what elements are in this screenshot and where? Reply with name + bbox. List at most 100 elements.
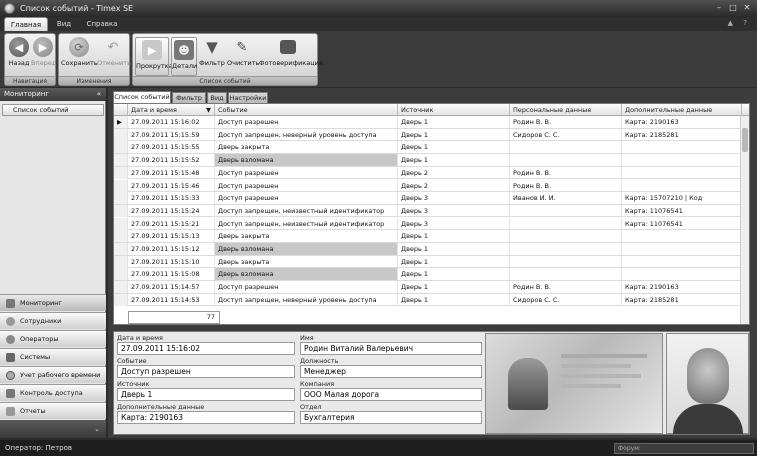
tab-settings[interactable]: Настройки	[228, 92, 268, 103]
value-name: Родин Виталий Валерьевич	[300, 342, 482, 355]
changes-caption: Изменения	[59, 76, 129, 85]
nav-access-control[interactable]: Контроль доступа	[0, 384, 106, 401]
row-indicator	[114, 293, 128, 306]
save-button[interactable]: ⟳ Сохранить	[61, 37, 98, 67]
nav-employees-label: Сотрудники	[20, 317, 62, 325]
cancel-button[interactable]: ↶ Отменить	[97, 37, 131, 68]
cell-date: 27.09.2011 15:15:10	[128, 255, 215, 268]
cell-extra	[622, 268, 742, 281]
col-extra[interactable]: Дополнительные данные	[622, 104, 742, 116]
tab-main[interactable]: Главная	[4, 17, 48, 31]
minimize-icon[interactable]: –	[714, 3, 724, 13]
label-extra: Дополнительные данные	[117, 403, 205, 411]
chevron-down-icon[interactable]: ⌄	[0, 420, 106, 438]
table-row[interactable]: 27.09.2011 15:15:33 Доступ разрешен Дверь …	[114, 192, 742, 205]
nav-systems[interactable]: Системы	[0, 348, 106, 365]
table-row[interactable]: 27.09.2011 15:15:24 Доступ запрещен, неиз…	[114, 204, 742, 218]
table-row[interactable]: 27.09.2011 15:15:13 Дверь закрыта Дверь 1	[114, 230, 742, 243]
cell-source: Дверь 1	[398, 293, 510, 306]
table-row[interactable]: 27.09.2011 15:14:57 Доступ разрешен Дверь …	[114, 281, 742, 294]
col-event[interactable]: Событие	[215, 104, 398, 116]
grid-header-indicator	[114, 104, 128, 116]
table-row[interactable]: 27.09.2011 15:15:46 Доступ разрешен Дверь …	[114, 179, 742, 192]
table-row[interactable]: 27.09.2011 15:15:52 Дверь взломана Дверь 1	[114, 154, 742, 167]
details-panel: Дата и время 27.09.2011 15:16:02 Событие…	[113, 331, 750, 435]
sidebar-item-event-list[interactable]: Список событий	[2, 104, 104, 116]
cell-extra	[622, 141, 742, 154]
tab-help[interactable]: Справка	[82, 17, 122, 31]
cell-date: 27.09.2011 15:15:08	[128, 268, 215, 281]
ribbon-group-changes: ⟳ Сохранить ↶ Отменить Изменения	[58, 33, 131, 86]
arrow-left-icon: ◀	[9, 37, 29, 57]
filter-button[interactable]: ▼ Фильтр	[199, 37, 225, 67]
collapse-icon[interactable]: «	[97, 88, 101, 101]
filter-label: Фильтр	[199, 59, 225, 67]
maximize-icon[interactable]: □	[728, 3, 738, 13]
scroll-button[interactable]: ▶ Прокрутка	[135, 37, 173, 76]
cell-event: Дверь взломана	[215, 268, 398, 281]
cell-source: Дверь 2	[398, 166, 510, 179]
table-row[interactable]: 27.09.2011 15:15:12 Дверь взломана Дверь 1	[114, 243, 742, 256]
nav-operators[interactable]: Операторы	[0, 330, 106, 347]
table-row[interactable]: 27.09.2011 15:15:59 Доступ запрещен, неве…	[114, 128, 742, 142]
document-line	[561, 354, 647, 358]
cell-event: Дверь закрыта	[215, 230, 398, 243]
nav-access-control-label: Контроль доступа	[20, 389, 83, 397]
grid-header: Дата и время ▼ Событие Источник Персонал…	[114, 104, 749, 116]
image-icon	[280, 40, 296, 54]
row-indicator	[114, 141, 128, 154]
tab-filter[interactable]: Фильтр	[172, 92, 206, 103]
table-row[interactable]: 27.09.2011 15:15:08 Дверь взломана Дверь 1	[114, 268, 742, 281]
forum-link[interactable]: Форум:	[614, 443, 754, 454]
nav-monitoring[interactable]: Мониторинг	[0, 294, 106, 311]
col-datetime[interactable]: Дата и время ▼	[128, 104, 215, 116]
cell-date: 27.09.2011 15:15:12	[128, 243, 215, 255]
value-source: Дверь 1	[117, 388, 295, 401]
table-row[interactable]: 27.09.2011 15:15:48 Доступ разрешен Дверь …	[114, 166, 742, 180]
col-person[interactable]: Персональные данные	[510, 104, 622, 116]
grid-scrollbar[interactable]	[740, 116, 749, 324]
tab-view-settings[interactable]: Вид	[207, 92, 227, 103]
table-row[interactable]: 27.09.2011 15:15:55 Дверь закрыта Дверь 1	[114, 141, 742, 154]
help-icon[interactable]: ▲ ?	[728, 19, 751, 27]
table-row[interactable]: 27.09.2011 15:14:53 Доступ запрещен, неве…	[114, 293, 742, 307]
col-source[interactable]: Источник	[398, 104, 510, 116]
clear-button[interactable]: ✎ Очистить	[227, 37, 260, 68]
photo-verification-button[interactable]: Фотоверификация	[259, 37, 323, 67]
cell-date: 27.09.2011 15:14:53	[128, 293, 215, 306]
back-label: Назад	[8, 59, 30, 67]
details-label: Детали	[172, 62, 198, 70]
clear-label: Очистить	[227, 59, 260, 67]
forward-button[interactable]: ▶ Вперед	[31, 37, 56, 67]
cell-source: Дверь 1	[398, 128, 510, 141]
window-title: Список событий - Timex SE	[20, 4, 134, 13]
arrow-right-icon: ▶	[33, 37, 53, 57]
cell-source: Дверь 3	[398, 204, 510, 217]
row-indicator	[114, 192, 128, 205]
cell-extra: Карта: 2190163	[622, 116, 742, 128]
person-photo	[666, 333, 749, 434]
close-icon[interactable]: ✕	[742, 3, 752, 13]
table-row[interactable]: 27.09.2011 15:15:21 Доступ запрещен, неиз…	[114, 217, 742, 231]
tab-event-list[interactable]: Список событий	[113, 91, 171, 103]
value-company: ООО Малая дорога	[300, 388, 482, 401]
cell-source: Дверь 3	[398, 192, 510, 205]
scrollbar-thumb[interactable]	[742, 128, 748, 152]
nav-time-tracking[interactable]: Учет рабочего времени	[0, 366, 106, 383]
cell-source: Дверь 1	[398, 255, 510, 268]
details-button[interactable]: ☻ Детали	[171, 37, 197, 76]
table-row[interactable]: ▶ 27.09.2011 15:16:02 Доступ разрешен Дверь…	[114, 116, 742, 129]
back-button[interactable]: ◀ Назад	[7, 37, 31, 67]
nav-reports[interactable]: Отчеты	[0, 402, 106, 419]
label-name: Имя	[300, 334, 314, 342]
table-row[interactable]: 27.09.2011 15:15:10 Дверь закрыта Дверь 1	[114, 255, 742, 269]
label-position: Должность	[300, 357, 339, 365]
person-icon: ☻	[174, 40, 194, 60]
cell-date: 27.09.2011 15:15:46	[128, 179, 215, 192]
nav-employees[interactable]: Сотрудники	[0, 312, 106, 329]
nav-monitoring-label: Мониторинг	[20, 299, 62, 307]
tab-view[interactable]: Вид	[51, 17, 77, 31]
cell-event: Доступ запрещен, неверный уровень доступ…	[215, 293, 398, 306]
operator-status: Оператор: Петров	[5, 444, 73, 452]
cell-source: Дверь 1	[398, 230, 510, 243]
